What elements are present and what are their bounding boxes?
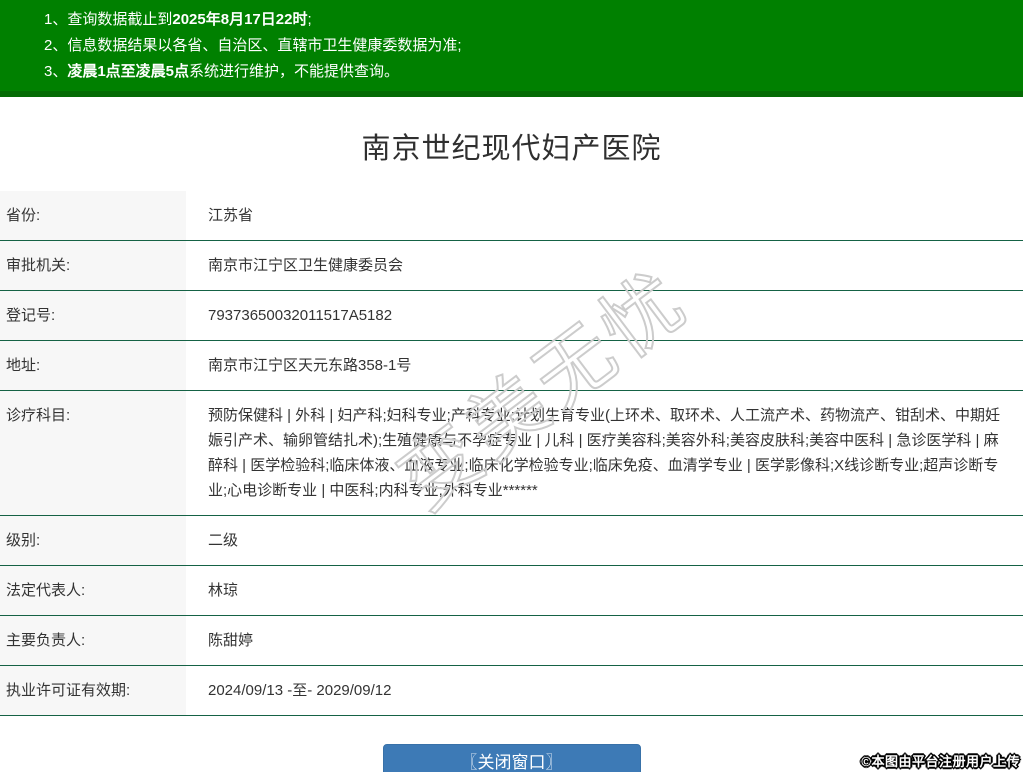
row-value: 南京市江宁区卫生健康委员会 [208,257,404,274]
notice-line-2: 2、信息数据结果以各省、自治区、直辖市卫生健康委数据为准; [44,33,1013,59]
table-row-license-validity: 执业许可证有效期: 2024/09/13 -至- 2029/09/12 [0,666,1023,716]
notice-text: 系统进行维护，不能提供查询。 [189,63,400,80]
row-label: 省份: [0,191,186,240]
table-row-main-person-in-charge: 主要负责人: 陈甜婷 [0,616,1023,666]
notice-banner: 1、查询数据截止到2025年8月17日22时; 2、信息数据结果以各省、自治区、… [0,0,1023,97]
notice-number: 2、 [44,37,68,54]
hospital-info-page: 1、查询数据截止到2025年8月17日22时; 2、信息数据结果以各省、自治区、… [0,0,1023,772]
row-label: 法定代表人: [0,566,186,615]
notice-text-bold: 2025年8月17日22时 [172,11,308,28]
row-label: 执业许可证有效期: [0,666,186,715]
row-value: 林琼 [208,582,239,599]
row-value: 二级 [208,532,239,549]
notice-text-bold: 凌晨1点至凌晨5点 [67,63,190,80]
row-label: 审批机关: [0,241,186,290]
table-row-address: 地址: 南京市江宁区天元东路358-1号 [0,341,1023,391]
row-label: 诊疗科目: [0,391,186,515]
row-value: 79373650032011517A5182 [208,307,393,324]
row-value: 预防保健科 | 外科 | 妇产科;妇科专业;产科专业;计划生育专业(上环术、取环… [208,407,1000,499]
notice-line-3: 3、凌晨1点至凌晨5点系统进行维护，不能提供查询。 [44,59,1013,85]
notice-text: 查询数据截止到 [67,11,173,28]
table-row-approval-authority: 审批机关: 南京市江宁区卫生健康委员会 [0,241,1023,291]
notice-number: 1、 [44,11,68,28]
notice-text: ; [307,11,312,28]
image-credit-text: ©本图由平台注册用户上传 [861,754,1020,769]
table-row-medical-subjects: 诊疗科目: 预防保健科 | 外科 | 妇产科;妇科专业;产科专业;计划生育专业(… [0,391,1023,516]
table-row-level: 级别: 二级 [0,516,1023,566]
row-value: 陈甜婷 [208,632,254,649]
row-label: 主要负责人: [0,616,186,665]
table-row-registration-number: 登记号: 79373650032011517A5182 [0,291,1023,341]
notice-text: 信息数据结果以各省、自治区、直辖市卫生健康委数据为准; [67,37,462,54]
notice-number: 3、 [44,63,68,80]
table-row-legal-representative: 法定代表人: 林琼 [0,566,1023,616]
row-label: 级别: [0,516,186,565]
row-value: 南京市江宁区天元东路358-1号 [208,357,412,374]
hospital-info-table: 省份: 江苏省 审批机关: 南京市江宁区卫生健康委员会 登记号: 7937365… [0,191,1023,716]
row-label: 登记号: [0,291,186,340]
notice-line-1: 1、查询数据截止到2025年8月17日22时; [44,7,1013,33]
row-value: 2024/09/13 -至- 2029/09/12 [208,682,392,699]
row-label: 地址: [0,341,186,390]
table-row-province: 省份: 江苏省 [0,191,1023,241]
row-value: 江苏省 [208,207,254,224]
page-title: 南京世纪现代妇产医院 [361,133,662,165]
close-window-button[interactable]: 〖关闭窗口〗 [382,744,641,772]
